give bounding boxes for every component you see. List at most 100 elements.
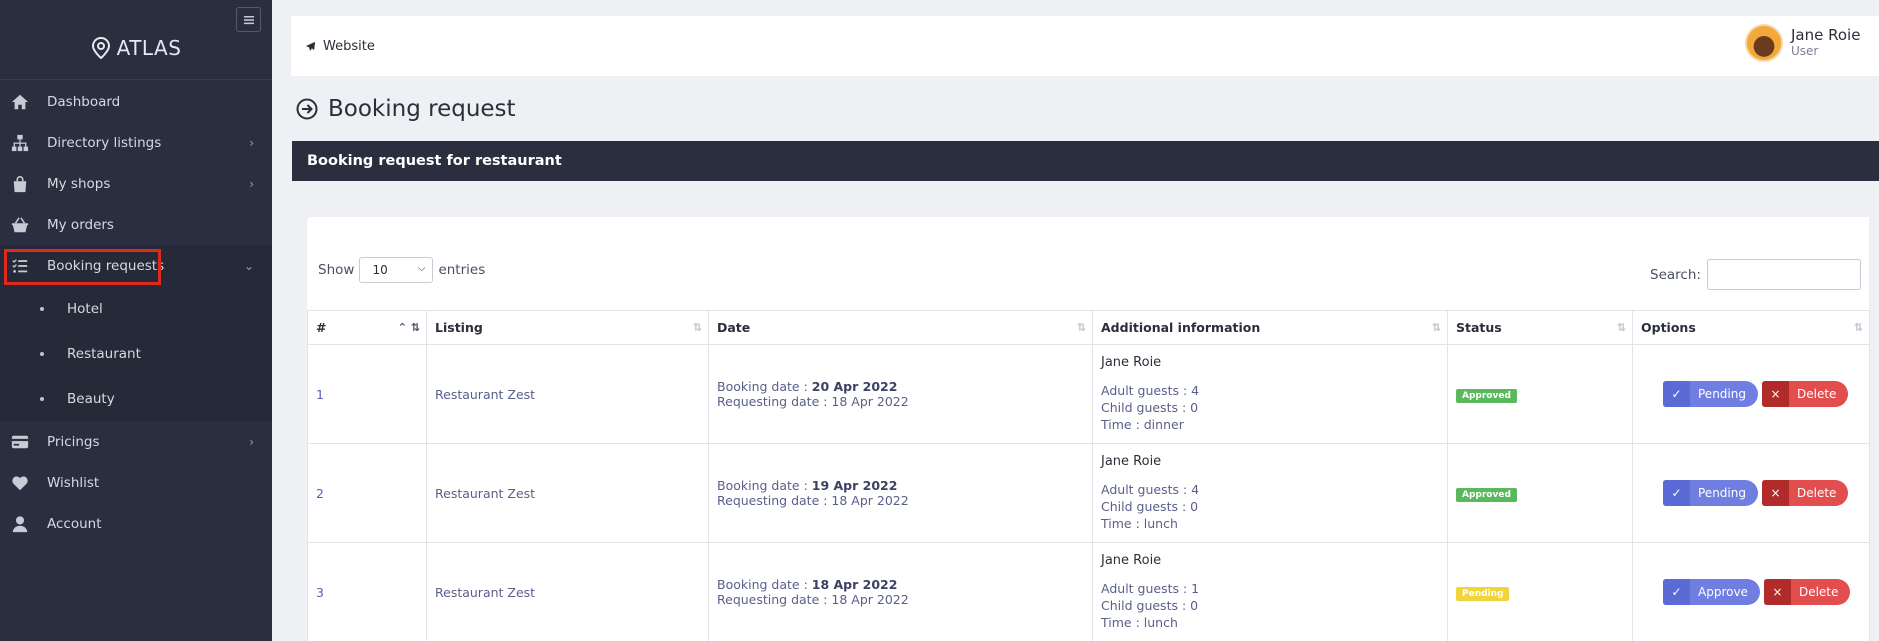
website-link[interactable]: Website [305, 16, 375, 76]
delete-button[interactable]: × Delete [1761, 381, 1849, 407]
row-status: Approved [1447, 344, 1633, 444]
website-label: Website [323, 38, 375, 54]
sort-icon: ⇅ [692, 321, 702, 334]
requesting-date: Requesting date : 18 Apr 2022 [717, 394, 909, 409]
sidebar-item-pricings[interactable]: Pricings › [0, 421, 272, 462]
row-date: Booking date : 18 Apr 2022 Requesting da… [708, 542, 1093, 641]
chevron-right-icon: › [249, 135, 254, 150]
search-input[interactable] [1706, 259, 1861, 290]
row-number: 1 [307, 344, 427, 444]
column-header-options[interactable]: Options ⇅ [1632, 310, 1870, 345]
table-row: 1 Restaurant Zest Booking date : 20 Apr … [307, 344, 1870, 444]
submenu-item-restaurant[interactable]: Restaurant [0, 331, 272, 376]
bookings-table: # ⌃ ⇅ Listing ⇅ Date ⇅ Additional informati… [307, 310, 1870, 641]
column-header-listing[interactable]: Listing ⇅ [426, 310, 709, 345]
sidebar-item-wishlist[interactable]: Wishlist [0, 462, 272, 503]
column-header-additional-info[interactable]: Additional information ⇅ [1092, 310, 1448, 345]
user-icon [10, 514, 30, 534]
sidebar-item-label: My shops [47, 175, 111, 192]
sort-icon: ⇅ [1076, 321, 1086, 334]
sidebar-item-label: Directory listings [47, 134, 162, 151]
sidebar-item-dashboard[interactable]: Dashboard [0, 81, 272, 122]
page-title: Booking request [296, 96, 516, 122]
booking-time: Time : lunch [1101, 615, 1178, 630]
map-pin-icon [91, 37, 110, 59]
sidebar-item-my-orders[interactable]: My orders [0, 204, 272, 245]
row-listing[interactable]: Restaurant Zest [426, 542, 709, 641]
submenu-item-hotel[interactable]: Hotel [0, 286, 272, 331]
child-guests: Child guests : 0 [1101, 598, 1199, 613]
user-name: Jane Roie [1791, 26, 1861, 44]
highlight-annotation [4, 249, 161, 285]
top-bar: Website Jane Roie User [291, 16, 1879, 76]
status-badge: Approved [1456, 388, 1517, 403]
card-header: Booking request for restaurant [292, 141, 1879, 181]
search-label: Search: [1650, 266, 1701, 283]
row-listing[interactable]: Restaurant Zest [426, 443, 709, 543]
row-options: ✓ Pending × Delete [1632, 344, 1870, 444]
guest-name: Jane Roie [1101, 355, 1162, 370]
booking-date: 20 Apr 2022 [811, 379, 898, 394]
brand-name: ATLAS [116, 36, 182, 60]
home-icon [10, 92, 30, 112]
submenu-item-beauty[interactable]: Beauty [0, 376, 272, 421]
bullet-icon [40, 396, 44, 401]
status-badge: Approved [1456, 487, 1517, 502]
basket-icon [10, 215, 30, 235]
credit-card-icon [10, 432, 30, 452]
sidebar-item-account[interactable]: Account [0, 503, 272, 544]
sidebar-item-label: Account [47, 515, 102, 532]
sort-icon: ⇅ [1616, 321, 1626, 334]
row-listing[interactable]: Restaurant Zest [426, 344, 709, 444]
check-icon: ✓ [1663, 381, 1690, 407]
sidebar-item-directory-listings[interactable]: Directory listings › [0, 122, 272, 163]
brand-logo[interactable]: ATLAS [0, 36, 272, 60]
row-status: Approved [1447, 443, 1633, 543]
menu-toggle-button[interactable] [236, 7, 261, 32]
user-menu[interactable]: Jane Roie User [1745, 24, 1860, 62]
chevron-right-icon: › [249, 434, 254, 449]
sidebar-item-my-shops[interactable]: My shops › [0, 163, 272, 204]
sidebar-item-label: My orders [47, 216, 114, 233]
table-row: 3 Restaurant Zest Booking date : 18 Apr … [307, 542, 1870, 641]
approve-button[interactable]: ✓ Approve [1663, 579, 1760, 605]
avatar [1745, 24, 1783, 62]
user-role: User [1791, 44, 1819, 58]
status-badge: Pending [1456, 586, 1510, 601]
pending-button[interactable]: ✓ Pending [1663, 480, 1758, 506]
sort-icon: ⇅ [1431, 321, 1441, 334]
row-additional-info: Jane Roie Adult guests : 4 Child guests … [1092, 443, 1448, 543]
show-label: Show [318, 262, 355, 278]
column-header-number[interactable]: # ⌃ ⇅ [307, 310, 427, 345]
booking-time: Time : lunch [1101, 516, 1178, 531]
pending-button[interactable]: ✓ Pending [1663, 381, 1758, 407]
card-title: Booking request for restaurant [307, 153, 562, 169]
sort-asc-icon: ⌃ ⇅ [397, 321, 420, 334]
bag-icon [10, 174, 30, 194]
child-guests: Child guests : 0 [1101, 499, 1199, 514]
arrow-circle-right-icon [296, 98, 318, 120]
entries-select[interactable]: 10 ⌵ [359, 257, 434, 283]
row-date: Booking date : 19 Apr 2022 Requesting da… [708, 443, 1093, 543]
column-header-date[interactable]: Date ⇅ [708, 310, 1093, 345]
sidebar-item-label: Pricings [47, 433, 100, 450]
chevron-right-icon: › [249, 176, 254, 191]
guest-name: Jane Roie [1101, 553, 1162, 568]
requesting-date: Requesting date : 18 Apr 2022 [717, 592, 909, 607]
chevron-down-icon: ⌄ [243, 258, 254, 273]
row-status: Pending [1447, 542, 1633, 641]
column-header-status[interactable]: Status ⇅ [1447, 310, 1633, 345]
heart-icon [10, 473, 30, 493]
bookings-card: Show 10 ⌵ entries Search: # ⌃ ⇅ Listing ⇅ … [307, 217, 1870, 641]
delete-button[interactable]: × Delete [1761, 480, 1849, 506]
close-icon: × [1763, 579, 1791, 605]
booking-date: 19 Apr 2022 [811, 478, 898, 493]
row-additional-info: Jane Roie Adult guests : 1 Child guests … [1092, 542, 1448, 641]
check-icon: ✓ [1663, 579, 1690, 605]
adult-guests: Adult guests : 4 [1101, 482, 1200, 497]
delete-button[interactable]: × Delete [1763, 579, 1851, 605]
adult-guests: Adult guests : 1 [1101, 581, 1200, 596]
requesting-date: Requesting date : 18 Apr 2022 [717, 493, 909, 508]
bullet-icon [40, 306, 44, 311]
table-row: 2 Restaurant Zest Booking date : 19 Apr … [307, 443, 1870, 543]
